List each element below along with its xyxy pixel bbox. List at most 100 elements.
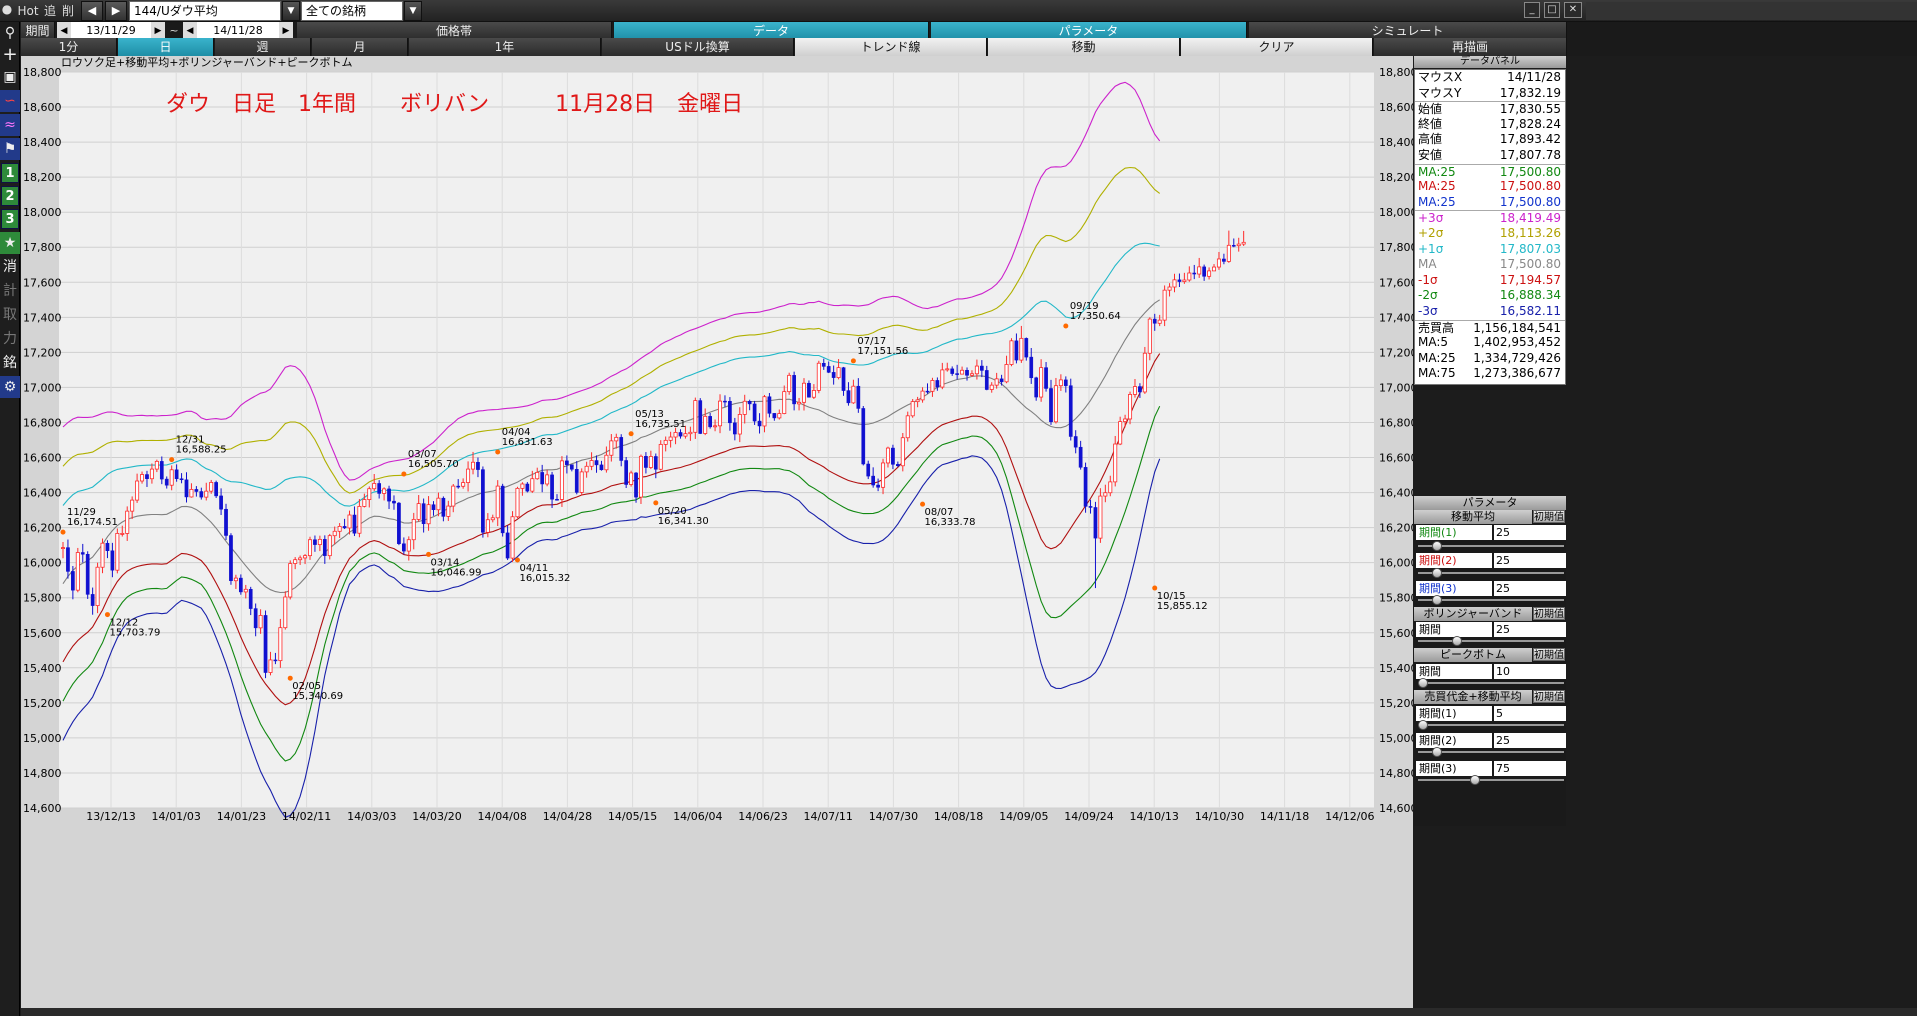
bollinger-icon[interactable]: ≈ [0,114,20,136]
flag-icon[interactable]: ⚑ [0,138,20,160]
left-toolbar: ⚲ + ▣ ∽ ≈ ⚑ 1 2 3 ★ 消 計 取 力 銘 ⚙ [0,22,20,1016]
y-tick-label: 16,800 [23,416,62,429]
add-button[interactable]: 追 [43,2,57,20]
ma2-value[interactable]: 25 [1494,553,1566,568]
scope-field[interactable]: 全ての銘柄 [301,1,403,21]
crosshair-icon[interactable]: + [0,44,20,66]
bb-slider[interactable] [1418,636,1564,646]
minimize-button[interactable]: _ [1524,2,1540,18]
y-tick-label: 15,200 [1379,697,1413,710]
vol3-slider[interactable] [1418,775,1564,785]
ma1-slider[interactable] [1418,541,1564,551]
candle-body [1142,352,1147,393]
tab-1year[interactable]: 1年 [409,38,601,56]
camera-icon[interactable]: ▣ [0,66,20,88]
slider-knob[interactable] [1431,595,1442,605]
candle-body [574,469,579,493]
data-panel-row: MA:25 17,500.80 [1415,179,1565,194]
ma2-slider[interactable] [1418,568,1564,578]
tab-weekly[interactable]: 週 [215,38,311,56]
ma3-value[interactable]: 25 [1494,581,1566,596]
parameters-title: パラメータ [1414,496,1566,510]
candle-body [935,380,940,388]
tab-clear[interactable]: クリア [1181,38,1373,56]
erase-button[interactable]: 消 [0,256,20,278]
tab-1min[interactable]: 1分 [21,38,117,56]
candle-body [723,400,727,403]
scope-dropdown-button[interactable]: ▼ [404,1,422,21]
y-tick-label: 18,200 [23,171,62,184]
candle-body [802,382,807,403]
vol2-value[interactable]: 25 [1494,733,1566,748]
candlestick-chart[interactable]: 11/2916,174.5112/3116,588.25 03/0716,505.… [21,55,1418,1008]
candle-body [831,372,836,378]
candle-body [638,455,643,498]
slider-knob[interactable] [1431,568,1442,578]
line-chart-icon[interactable]: ∽ [0,90,20,112]
slider-knob[interactable] [1469,775,1480,785]
slider-knob[interactable] [1418,720,1428,730]
slider-knob[interactable] [1452,636,1462,646]
data-panel-value: 17,500.80 [1499,194,1561,209]
candle-body [402,543,406,552]
candle-body [436,497,441,511]
tab-usd-convert[interactable]: USドル換算 [602,38,794,56]
slider-knob[interactable] [1431,541,1442,551]
tab-trendline[interactable]: トレンド線 [795,38,987,56]
star-icon[interactable]: ★ [0,232,20,254]
chart-area[interactable]: 11/29 16,174.51 12/31 16,588.25 03/07 16,505.… [21,55,1418,1008]
symbol-dropdown-button[interactable]: ▼ [282,1,300,21]
y-tick-label: 17,000 [23,381,62,394]
gear-icon[interactable]: ⚙ [0,376,20,398]
bottom-marker [426,551,432,557]
vol-reset-button[interactable]: 初期值 [1533,690,1565,703]
candle-body [392,500,396,504]
layout-2-button[interactable]: 2 [1,186,19,206]
candle-body [342,526,347,529]
bb-period-value[interactable]: 25 [1494,622,1566,637]
layout-3-button[interactable]: 3 [1,209,19,229]
symbol-field[interactable]: 144/Uダウ平均 [129,1,281,21]
y-tick-label: 18,600 [1379,101,1413,114]
candle-body [1187,272,1192,281]
data-panel-value: 17,500.80 [1499,179,1561,194]
lightbulb-icon[interactable]: ● [1,2,13,18]
search-icon[interactable]: ⚲ [0,22,20,44]
input-button[interactable]: 力 [0,328,20,350]
bb-reset-button[interactable]: 初期值 [1533,607,1565,620]
tab-monthly[interactable]: 月 [312,38,408,56]
symbol-list-button[interactable]: 銘 [0,352,20,374]
slider-knob[interactable] [1431,747,1442,757]
calc-button[interactable]: 計 [0,280,20,302]
pb-slider[interactable] [1418,678,1564,688]
candle-body [747,401,752,405]
vol3-value[interactable]: 75 [1494,761,1566,776]
candle-body [525,483,530,492]
candle-body [550,474,554,500]
maximize-button[interactable]: □ [1544,2,1560,18]
fetch-button[interactable]: 取 [0,304,20,326]
delete-button[interactable]: 削 [61,2,75,20]
hot-button[interactable]: Hot [17,2,39,20]
next-symbol-button[interactable]: ▶ [105,1,127,21]
data-panel-value: 17,893.42 [1499,132,1561,147]
x-tick-label: 14/08/18 [934,810,983,823]
ma3-slider[interactable] [1418,595,1564,605]
vol1-value[interactable]: 5 [1494,706,1566,721]
tab-move[interactable]: 移動 [988,38,1180,56]
layout-1-button[interactable]: 1 [1,163,19,183]
ma1-value[interactable]: 25 [1494,525,1566,540]
vol2-slider[interactable] [1418,747,1564,757]
tab-daily[interactable]: 日 [118,38,214,56]
candle-body [762,396,767,427]
prev-symbol-button[interactable]: ◀ [81,1,103,21]
redraw-button[interactable]: 再描画 [1374,38,1567,56]
y-tick-label: 18,600 [23,101,62,114]
ma-reset-button[interactable]: 初期值 [1533,510,1565,523]
pb-reset-button[interactable]: 初期值 [1533,648,1565,661]
pb-period-value[interactable]: 10 [1494,664,1566,679]
candle-body [1172,279,1177,288]
close-icon[interactable]: ✕ [1564,2,1582,18]
vol1-slider[interactable] [1418,720,1564,730]
slider-knob[interactable] [1418,678,1428,688]
